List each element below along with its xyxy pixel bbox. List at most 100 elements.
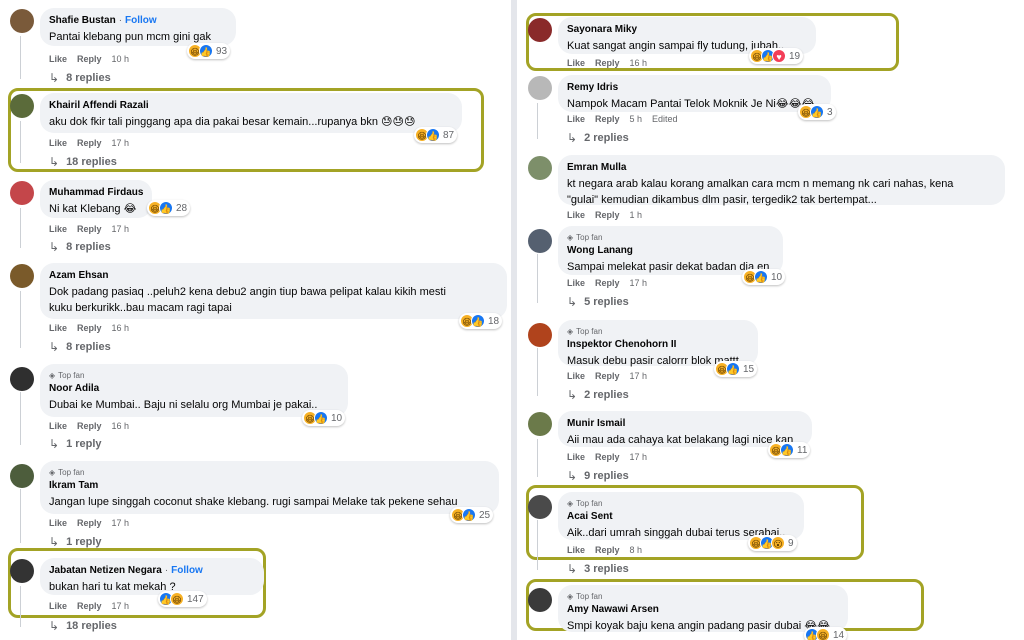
- reaction-summary[interactable]: 😆 👍 10: [302, 410, 346, 426]
- avatar[interactable]: [528, 18, 552, 42]
- commenter-name[interactable]: Remy Idris: [567, 81, 821, 94]
- comment-timestamp[interactable]: 17 h: [630, 278, 648, 288]
- commenter-name[interactable]: Sayonara Miky: [567, 23, 806, 36]
- avatar[interactable]: [528, 495, 552, 519]
- avatar[interactable]: [10, 559, 34, 583]
- replies-count-label[interactable]: 3 replies: [584, 563, 629, 575]
- view-replies-link[interactable]: ↳ 8 replies: [49, 240, 111, 254]
- commenter-name[interactable]: Acai Sent: [567, 510, 794, 523]
- avatar[interactable]: [528, 588, 552, 612]
- commenter-name[interactable]: Khairil Affendi Razali: [49, 99, 452, 112]
- reply-button[interactable]: Reply: [595, 210, 620, 220]
- reply-button[interactable]: Reply: [77, 518, 102, 528]
- commenter-name[interactable]: Azam Ehsan: [49, 269, 497, 282]
- commenter-name-text[interactable]: Inspektor Chenohorn II: [567, 339, 676, 350]
- commenter-name-text[interactable]: Noor Adila: [49, 383, 99, 394]
- commenter-name[interactable]: Shafie Bustan · Follow: [49, 14, 226, 27]
- commenter-name-text[interactable]: Munir Ismail: [567, 418, 625, 429]
- commenter-name-text[interactable]: Khairil Affendi Razali: [49, 100, 149, 111]
- reply-button[interactable]: Reply: [77, 601, 102, 611]
- replies-count-label[interactable]: 2 replies: [584, 389, 629, 401]
- replies-count-label[interactable]: 8 replies: [66, 72, 111, 84]
- commenter-name-text[interactable]: Emran Mulla: [567, 162, 626, 173]
- like-button[interactable]: Like: [49, 518, 67, 528]
- view-replies-link[interactable]: ↳ 5 replies: [567, 295, 629, 309]
- commenter-name-text[interactable]: Shafie Bustan: [49, 15, 116, 26]
- reply-button[interactable]: Reply: [77, 323, 102, 333]
- commenter-name[interactable]: Noor Adila: [49, 382, 338, 395]
- commenter-name-text[interactable]: Muhammad Firdaus: [49, 187, 143, 198]
- replies-count-label[interactable]: 1 reply: [66, 536, 101, 548]
- like-button[interactable]: Like: [49, 224, 67, 234]
- comment-timestamp[interactable]: 16 h: [112, 323, 130, 333]
- commenter-name[interactable]: Muhammad Firdaus: [49, 186, 143, 199]
- follow-button[interactable]: Follow: [125, 15, 157, 26]
- avatar[interactable]: [10, 367, 34, 391]
- commenter-name[interactable]: Emran Mulla: [567, 161, 995, 174]
- reply-button[interactable]: Reply: [595, 58, 620, 68]
- reaction-summary[interactable]: 😆 👍 25: [450, 507, 494, 523]
- replies-count-label[interactable]: 1 reply: [66, 438, 101, 450]
- replies-count-label[interactable]: 5 replies: [584, 296, 629, 308]
- like-button[interactable]: Like: [49, 138, 67, 148]
- view-replies-link[interactable]: ↳ 2 replies: [567, 388, 629, 402]
- like-button[interactable]: Like: [567, 278, 585, 288]
- view-replies-link[interactable]: ↳ 8 replies: [49, 71, 111, 85]
- comment-timestamp[interactable]: 17 h: [112, 224, 130, 234]
- reply-button[interactable]: Reply: [77, 138, 102, 148]
- reply-button[interactable]: Reply: [77, 54, 102, 64]
- like-button[interactable]: Like: [567, 58, 585, 68]
- reply-button[interactable]: Reply: [595, 452, 620, 462]
- commenter-name-text[interactable]: Wong Lanang: [567, 245, 633, 256]
- replies-count-label[interactable]: 18 replies: [66, 620, 117, 632]
- replies-count-label[interactable]: 2 replies: [584, 132, 629, 144]
- avatar[interactable]: [528, 76, 552, 100]
- reaction-summary[interactable]: 😆 👍 18: [459, 313, 503, 329]
- commenter-name-text[interactable]: Acai Sent: [567, 511, 613, 522]
- view-replies-link[interactable]: ↳ 9 replies: [567, 469, 629, 483]
- reaction-summary[interactable]: 😆 👍 😮 9: [748, 535, 797, 551]
- view-replies-link[interactable]: ↳ 2 replies: [567, 131, 629, 145]
- view-replies-link[interactable]: ↳ 1 reply: [49, 437, 102, 451]
- reply-button[interactable]: Reply: [77, 421, 102, 431]
- comment-timestamp[interactable]: 17 h: [112, 601, 130, 611]
- comment-timestamp[interactable]: 8 h: [630, 545, 643, 555]
- commenter-name[interactable]: Ikram Tam: [49, 479, 489, 492]
- avatar[interactable]: [10, 9, 34, 33]
- reaction-summary[interactable]: 😆 👍 28: [147, 200, 191, 216]
- comment-timestamp[interactable]: 17 h: [112, 518, 130, 528]
- reply-button[interactable]: Reply: [595, 114, 620, 124]
- avatar[interactable]: [10, 264, 34, 288]
- like-button[interactable]: Like: [49, 323, 67, 333]
- reaction-summary[interactable]: 😆 👍 11: [768, 442, 811, 458]
- avatar[interactable]: [528, 229, 552, 253]
- avatar[interactable]: [10, 94, 34, 118]
- avatar[interactable]: [10, 181, 34, 205]
- avatar[interactable]: [528, 412, 552, 436]
- avatar[interactable]: [528, 156, 552, 180]
- commenter-name[interactable]: Amy Nawawi Arsen: [567, 603, 838, 616]
- reaction-summary[interactable]: 👍 😆 14: [804, 627, 848, 640]
- commenter-name-text[interactable]: Azam Ehsan: [49, 270, 108, 281]
- reaction-summary[interactable]: 😆 👍 93: [187, 43, 231, 59]
- commenter-name[interactable]: Munir Ismail: [567, 417, 802, 430]
- replies-count-label[interactable]: 9 replies: [584, 470, 629, 482]
- reaction-summary[interactable]: 😆 👍 15: [714, 361, 758, 377]
- like-button[interactable]: Like: [49, 601, 67, 611]
- replies-count-label[interactable]: 8 replies: [66, 341, 111, 353]
- like-button[interactable]: Like: [567, 210, 585, 220]
- reaction-summary[interactable]: 😆 👍 3: [798, 104, 836, 120]
- commenter-name[interactable]: Inspektor Chenohorn II: [567, 338, 748, 351]
- like-button[interactable]: Like: [567, 545, 585, 555]
- reaction-summary[interactable]: 👍 😆 147: [158, 591, 207, 607]
- comment-timestamp[interactable]: 17 h: [630, 371, 648, 381]
- replies-count-label[interactable]: 18 replies: [66, 156, 117, 168]
- commenter-name-text[interactable]: Remy Idris: [567, 82, 618, 93]
- comment-timestamp[interactable]: 16 h: [112, 421, 130, 431]
- reply-button[interactable]: Reply: [595, 371, 620, 381]
- commenter-name-text[interactable]: Amy Nawawi Arsen: [567, 604, 659, 615]
- commenter-name-text[interactable]: Ikram Tam: [49, 480, 98, 491]
- avatar[interactable]: [528, 323, 552, 347]
- replies-count-label[interactable]: 8 replies: [66, 241, 111, 253]
- view-replies-link[interactable]: ↳ 1 reply: [49, 535, 102, 549]
